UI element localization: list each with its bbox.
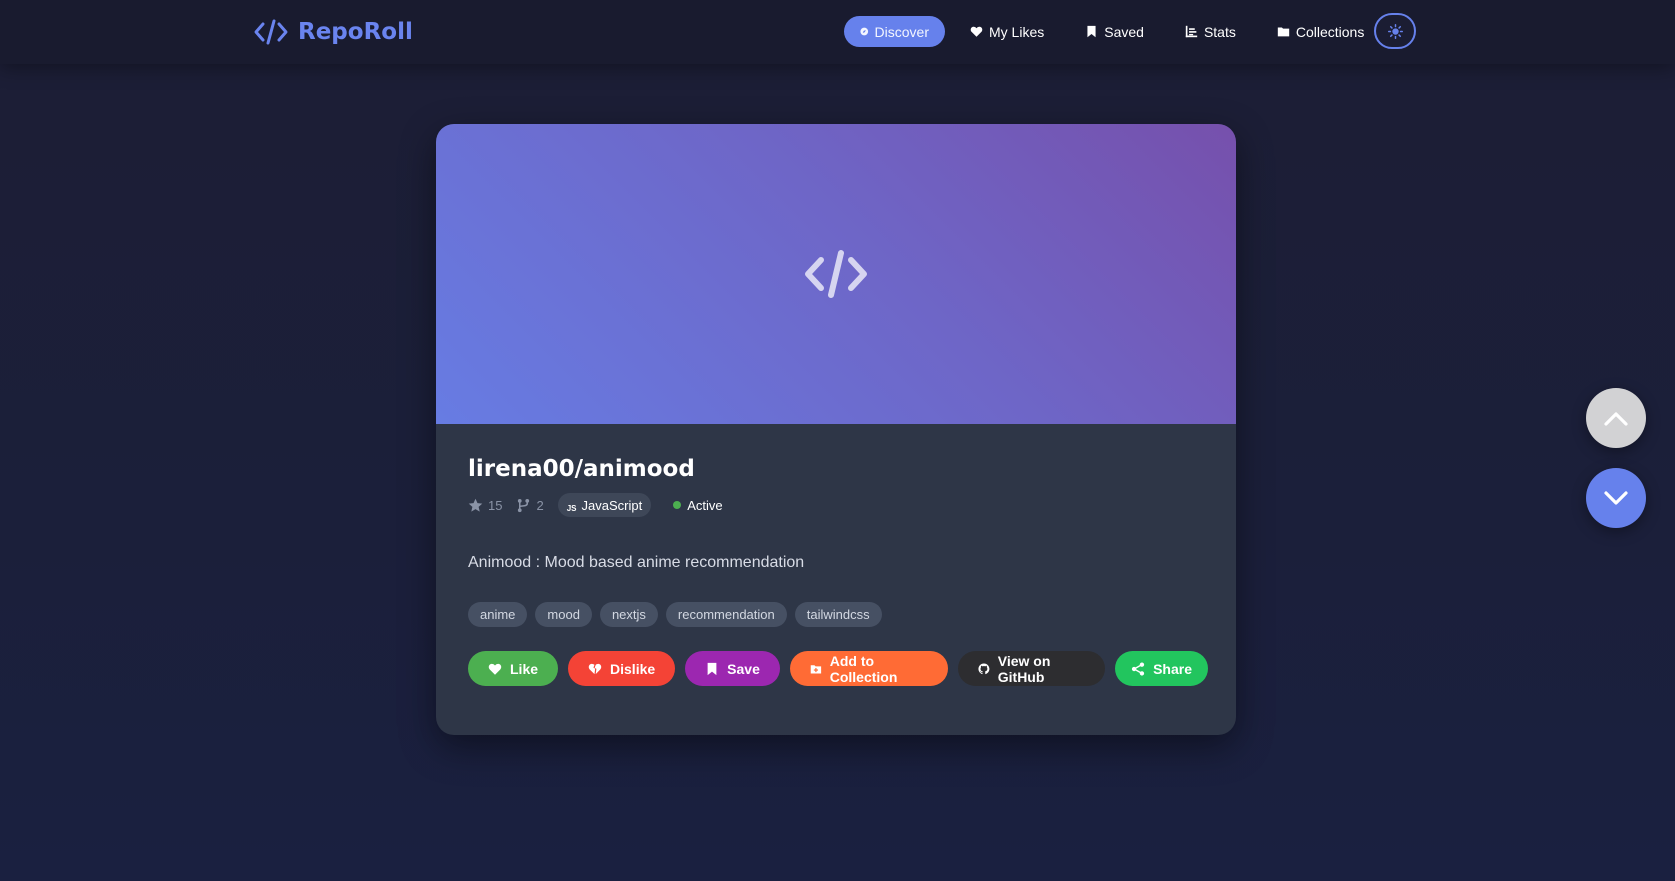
- status-dot-icon: [673, 501, 682, 509]
- share-icon: [1131, 661, 1145, 676]
- add-to-collection-label: Add to Collection: [829, 652, 898, 685]
- topic-tags: anime mood nextjs recommendation tailwin…: [468, 602, 1208, 627]
- nav-stats-label: Stats: [1203, 23, 1236, 40]
- github-icon: [978, 662, 990, 674]
- nav-saved[interactable]: Saved: [1069, 16, 1160, 47]
- nav-stats[interactable]: Stats: [1169, 16, 1252, 47]
- nav-my-likes-label: My Likes: [989, 23, 1045, 40]
- status-label: Active: [687, 497, 723, 513]
- bookmark-icon: [707, 662, 717, 675]
- star-icon: [468, 498, 483, 512]
- heart-icon: [970, 26, 983, 37]
- dislike-label: Dislike: [610, 660, 656, 677]
- compass-icon: [860, 27, 869, 36]
- language-label: JavaScript: [581, 497, 643, 513]
- folder-icon: [1277, 27, 1290, 37]
- nav-collections-label: Collections: [1295, 23, 1365, 40]
- forks-value: 2: [536, 497, 544, 513]
- topic-tag[interactable]: tailwindcss: [794, 602, 882, 627]
- language-badge: JS JavaScript: [557, 493, 652, 517]
- status-badge: Active: [673, 497, 723, 513]
- code-icon: [254, 19, 288, 45]
- javascript-icon: JS: [566, 503, 577, 513]
- like-label: Like: [510, 660, 539, 677]
- topic-tag[interactable]: anime: [468, 602, 528, 627]
- topic-tag[interactable]: recommendation: [665, 602, 787, 627]
- next-repo-button[interactable]: [1586, 468, 1646, 528]
- sun-icon: [1387, 23, 1403, 39]
- share-label: Share: [1153, 660, 1192, 677]
- app-name: RepoRoll: [298, 19, 413, 45]
- stars-count: 15: [468, 498, 502, 513]
- nav-collections[interactable]: Collections: [1261, 16, 1380, 47]
- add-to-collection-button[interactable]: Add to Collection: [789, 651, 948, 686]
- repo-card: lirena00/animood 15 2 JS JavaScript Acti…: [436, 124, 1236, 735]
- save-button[interactable]: Save: [685, 651, 780, 686]
- heart-broken-icon: [588, 663, 602, 674]
- view-on-github-label: View on GitHub: [997, 652, 1051, 685]
- topic-tag[interactable]: mood: [535, 602, 592, 627]
- chevron-down-icon: [1604, 491, 1628, 505]
- like-button[interactable]: Like: [468, 651, 559, 686]
- app-logo[interactable]: RepoRoll: [254, 16, 413, 48]
- topic-tag[interactable]: nextjs: [599, 602, 658, 627]
- repo-card-banner: [436, 124, 1236, 424]
- code-icon: [805, 250, 867, 298]
- heart-icon: [488, 663, 502, 675]
- stars-value: 15: [488, 497, 503, 513]
- folder-plus-icon: [810, 664, 821, 673]
- repo-meta: 15 2 JS JavaScript Active: [468, 493, 1208, 517]
- theme-toggle-button[interactable]: [1374, 13, 1416, 49]
- repo-card-body: lirena00/animood 15 2 JS JavaScript Acti…: [468, 454, 1208, 686]
- bookmark-icon: [1087, 25, 1096, 38]
- save-label: Save: [727, 660, 760, 677]
- nav-discover-label: Discover: [874, 23, 929, 40]
- repo-actions: Like Dislike Save Add to Collection View…: [468, 651, 1208, 686]
- nav-my-likes[interactable]: My Likes: [954, 16, 1060, 47]
- fork-icon: [518, 498, 530, 512]
- nav-saved-label: Saved: [1104, 23, 1144, 40]
- view-on-github-button[interactable]: View on GitHub: [957, 651, 1106, 686]
- repo-description: Animood : Mood based anime recommendatio…: [468, 554, 805, 571]
- forks-count: 2: [516, 497, 544, 513]
- dislike-button[interactable]: Dislike: [568, 651, 676, 686]
- main-nav: Discover My Likes Saved Stats Collection…: [844, 16, 1389, 47]
- nav-discover[interactable]: Discover: [844, 16, 945, 47]
- top-navbar: RepoRoll Discover My Likes Saved Stats C…: [0, 0, 1675, 64]
- chevron-up-icon: [1604, 412, 1628, 426]
- previous-repo-button[interactable]: [1586, 388, 1646, 448]
- repo-name: lirena00/animood: [468, 456, 695, 482]
- share-button[interactable]: Share: [1115, 651, 1208, 686]
- chart-icon: [1185, 25, 1198, 38]
